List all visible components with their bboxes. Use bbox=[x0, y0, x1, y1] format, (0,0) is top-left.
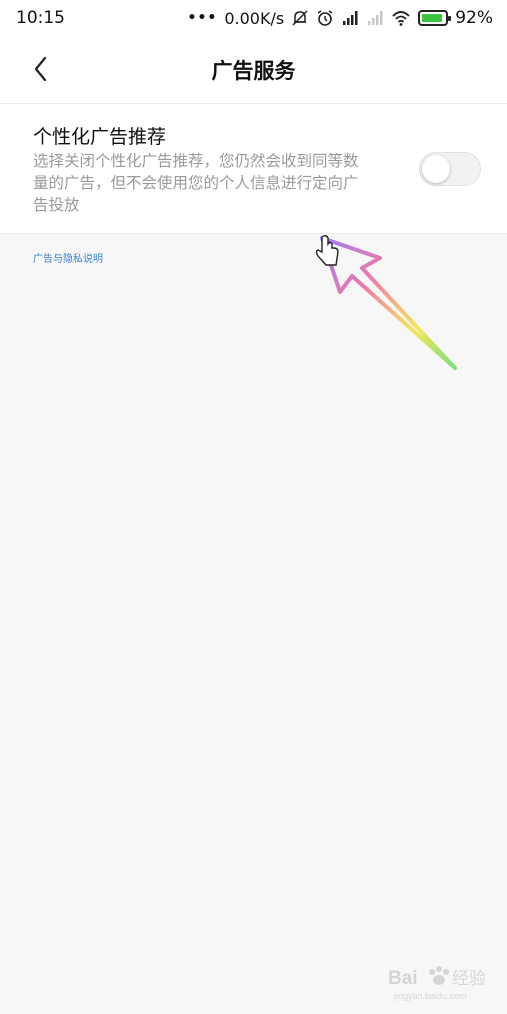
net-speed: 0.00K/s bbox=[224, 8, 285, 28]
privacy-link[interactable]: 广告与隐私说明 bbox=[33, 250, 103, 265]
mute-bell-icon bbox=[292, 10, 308, 26]
svg-text:jingyan.baidu.com: jingyan.baidu.com bbox=[393, 991, 467, 1001]
page-title: 广告服务 bbox=[211, 59, 296, 83]
status-time: 10:15 bbox=[16, 8, 65, 28]
hand-cursor-icon bbox=[315, 235, 339, 266]
alarm-clock-icon bbox=[317, 10, 333, 26]
svg-text:Bai: Bai bbox=[388, 968, 418, 989]
wifi-icon bbox=[392, 11, 410, 26]
more-dots: ••• bbox=[187, 10, 218, 26]
status-bar: 10:15 ••• 0.00K/s 92% bbox=[0, 0, 507, 36]
personalized-ads-toggle[interactable] bbox=[419, 152, 481, 186]
setting-personalized-ads: 个性化广告推荐 选择关闭个性化广告推荐，您仍然会收到同等数量的广告，但不会使用您… bbox=[0, 104, 507, 234]
signal-weak-icon bbox=[368, 11, 383, 25]
battery-percent: 92% bbox=[455, 8, 493, 28]
status-icons: ••• 0.00K/s 92% bbox=[188, 8, 494, 28]
setting-description: 选择关闭个性化广告推荐，您仍然会收到同等数量的广告，但不会使用您的个人信息进行定… bbox=[33, 152, 359, 214]
svg-text:经验: 经验 bbox=[452, 969, 486, 989]
signal-icon bbox=[343, 11, 358, 25]
battery-charging-icon bbox=[418, 10, 452, 26]
battery-tip bbox=[448, 16, 452, 21]
app-header: 广告服务 bbox=[0, 36, 507, 104]
battery-fill bbox=[422, 14, 443, 22]
baidu-watermark-logo: Bai 经验 jingyan.baidu.com bbox=[388, 966, 486, 1001]
setting-title: 个性化广告推荐 bbox=[33, 126, 167, 148]
toggle-knob bbox=[422, 155, 450, 183]
